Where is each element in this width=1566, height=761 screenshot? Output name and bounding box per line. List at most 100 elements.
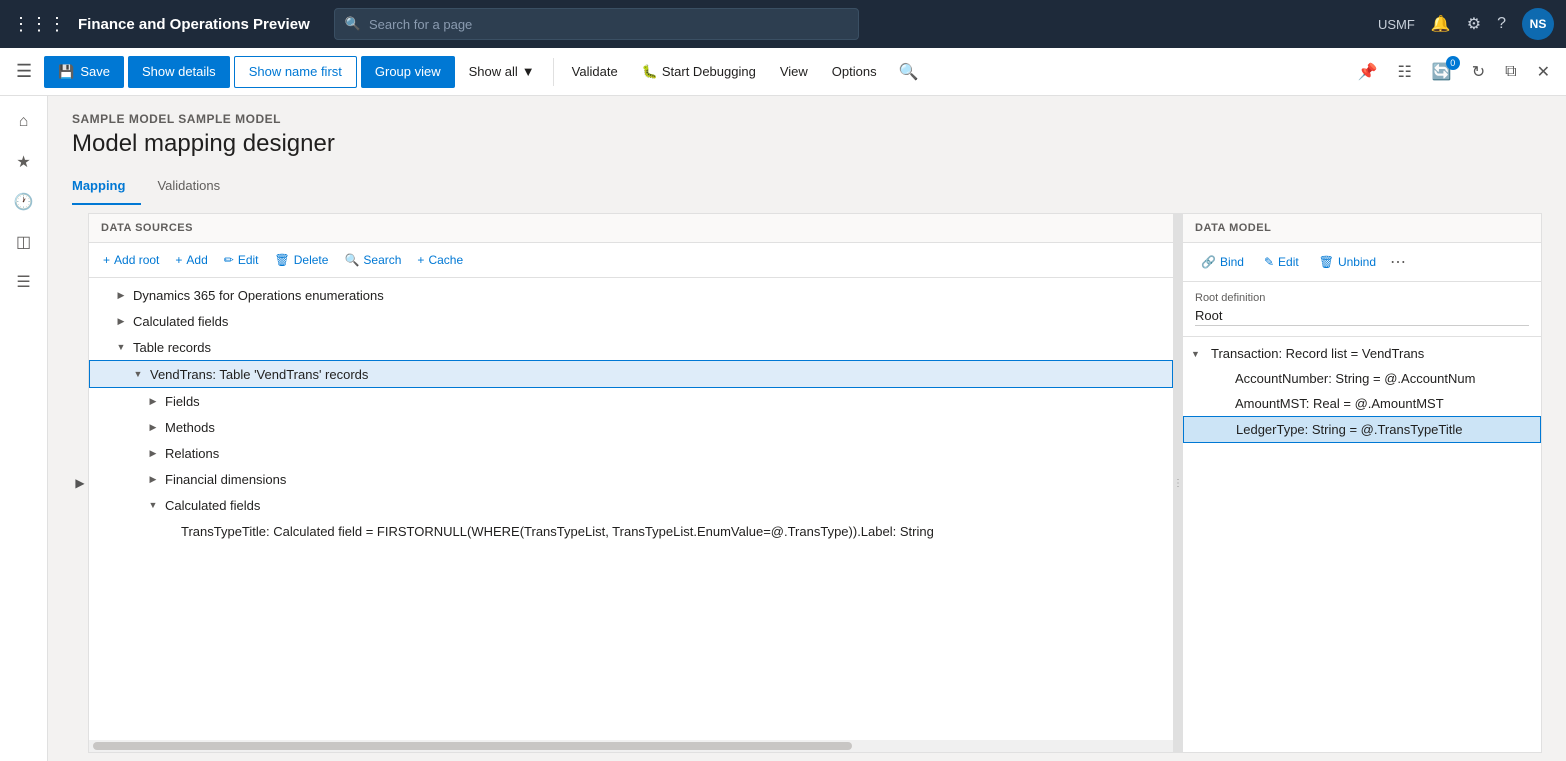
tree-item-transtypetitle[interactable]: TransTypeTitle: Calculated field = FIRST… bbox=[89, 518, 1173, 544]
settings-icon[interactable]: ⚙ bbox=[1467, 14, 1481, 34]
close-icon[interactable]: ✕ bbox=[1529, 56, 1558, 88]
expand-arrow-calcfields-top: ▶ bbox=[113, 313, 129, 329]
dm-item-accountnumber[interactable]: AccountNumber: String = @.AccountNum bbox=[1183, 366, 1541, 391]
unbind-icon: 🗑 bbox=[1319, 255, 1334, 269]
tree-item-relations[interactable]: ▶ Relations bbox=[89, 440, 1173, 466]
search-placeholder: Search for a page bbox=[369, 17, 472, 32]
toolbar-separator bbox=[553, 58, 554, 86]
datasources-toolbar: + Add root + Add ✏ Edit bbox=[89, 243, 1173, 278]
dm-item-amountmst[interactable]: AmountMST: Real = @.AmountMST bbox=[1183, 391, 1541, 416]
edit-icon: ✏ bbox=[224, 253, 234, 267]
tree-item-dynamics365[interactable]: ▶ Dynamics 365 for Operations enumeratio… bbox=[89, 282, 1173, 308]
tree-item-calculated-fields-top[interactable]: ▶ Calculated fields bbox=[89, 308, 1173, 334]
cache-icon: + bbox=[417, 253, 424, 267]
show-details-button[interactable]: Show details bbox=[128, 56, 230, 88]
tree-item-fields[interactable]: ▶ Fields bbox=[89, 388, 1173, 414]
designer-container: ▶ DATA SOURCES + Add root + Add bbox=[48, 205, 1566, 761]
bind-button[interactable]: 🔗 Bind bbox=[1195, 251, 1250, 273]
page-header: SAMPLE MODEL SAMPLE MODEL Model mapping … bbox=[48, 96, 1566, 158]
avatar[interactable]: NS bbox=[1522, 8, 1554, 40]
root-definition-label: Root definition bbox=[1195, 292, 1529, 304]
validate-button[interactable]: Validate bbox=[562, 56, 628, 88]
panel-icon[interactable]: ☷ bbox=[1389, 56, 1419, 88]
sidebar-workspaces-icon[interactable]: ◫ bbox=[6, 224, 42, 260]
expand-arrow-tablerecords: ▼ bbox=[113, 339, 129, 355]
datamodel-panel: DATA MODEL 🔗 Bind ✎ Edit 🗑 Unbind bbox=[1182, 213, 1542, 753]
save-label: Save bbox=[80, 64, 110, 79]
edit-button[interactable]: ✏ Edit bbox=[218, 249, 265, 271]
datasources-panel-header: DATA SOURCES bbox=[89, 214, 1173, 243]
delete-button[interactable]: 🗑 Delete bbox=[269, 249, 335, 271]
save-icon: 💾 bbox=[58, 64, 74, 80]
hamburger-icon[interactable]: ☰ bbox=[8, 55, 40, 88]
more-options-icon[interactable]: ⋯ bbox=[1390, 252, 1406, 272]
delete-icon: 🗑 bbox=[275, 253, 290, 267]
expand-arrow-relations: ▶ bbox=[145, 445, 161, 461]
chevron-down-icon: ▼ bbox=[522, 64, 535, 79]
collapse-arrow[interactable]: ▶ bbox=[72, 213, 88, 753]
pin-icon[interactable]: 📌 bbox=[1350, 56, 1386, 88]
show-name-first-button[interactable]: Show name first bbox=[234, 56, 357, 88]
view-button[interactable]: View bbox=[770, 56, 818, 88]
root-definition-section: Root definition Root bbox=[1183, 282, 1541, 337]
add-icon: + bbox=[175, 253, 182, 267]
dm-edit-button[interactable]: ✎ Edit bbox=[1258, 251, 1305, 273]
horizontal-scrollbar[interactable] bbox=[89, 740, 1173, 752]
scrollbar-thumb bbox=[93, 742, 852, 750]
search-button[interactable]: 🔍 Search bbox=[338, 249, 407, 271]
add-button[interactable]: + Add bbox=[169, 249, 213, 271]
tree-item-methods[interactable]: ▶ Methods bbox=[89, 414, 1173, 440]
tab-mapping[interactable]: Mapping bbox=[72, 170, 141, 205]
company-label: USMF bbox=[1378, 17, 1415, 32]
popout-icon[interactable]: ⧉ bbox=[1497, 57, 1524, 87]
refresh-icon[interactable]: ↻ bbox=[1464, 56, 1493, 88]
datasources-tree: ▶ Dynamics 365 for Operations enumeratio… bbox=[89, 278, 1173, 740]
search-toolbar-icon[interactable]: 🔍 bbox=[891, 56, 927, 88]
save-button[interactable]: 💾 Save bbox=[44, 56, 124, 88]
tree-item-financial-dimensions[interactable]: ▶ Financial dimensions bbox=[89, 466, 1173, 492]
dm-item-ledgertype[interactable]: LedgerType: String = @.TransTypeTitle bbox=[1183, 416, 1541, 443]
add-root-button[interactable]: + Add root bbox=[97, 249, 165, 271]
main-layout: ⌂ ★ 🕐 ◫ ☰ SAMPLE MODEL SAMPLE MODEL Mode… bbox=[0, 96, 1566, 761]
dm-edit-icon: ✎ bbox=[1264, 255, 1274, 269]
notification-icon[interactable]: 🔔 bbox=[1431, 14, 1451, 34]
global-search[interactable]: 🔍 Search for a page bbox=[334, 8, 859, 40]
badge-count: 0 bbox=[1446, 56, 1460, 70]
expand-arrow-findim: ▶ bbox=[145, 471, 161, 487]
show-all-button[interactable]: Show all ▼ bbox=[459, 56, 545, 88]
dm-arrow-transaction: ▼ bbox=[1191, 349, 1207, 359]
badge-button[interactable]: 🔄 0 bbox=[1424, 56, 1460, 88]
options-button[interactable]: Options bbox=[822, 56, 887, 88]
expand-arrow-methods: ▶ bbox=[145, 419, 161, 435]
dm-item-transaction[interactable]: ▼ Transaction: Record list = VendTrans bbox=[1183, 341, 1541, 366]
datamodel-panel-header: DATA MODEL bbox=[1183, 214, 1541, 243]
grid-icon[interactable]: ⋮⋮⋮ bbox=[12, 14, 66, 35]
start-debugging-button[interactable]: 🐛 Start Debugging bbox=[632, 56, 766, 88]
designer-area: ▶ DATA SOURCES + Add root + Add bbox=[72, 213, 1542, 753]
expand-arrow-calcfields-sub: ▼ bbox=[145, 497, 161, 513]
sidebar-recent-icon[interactable]: 🕐 bbox=[6, 184, 42, 220]
sidebar-modules-icon[interactable]: ☰ bbox=[6, 264, 42, 300]
tree-item-calculated-fields-sub[interactable]: ▼ Calculated fields bbox=[89, 492, 1173, 518]
panel-divider[interactable]: ⋮ bbox=[1174, 213, 1182, 753]
datamodel-tree: ▼ Transaction: Record list = VendTrans A… bbox=[1183, 337, 1541, 752]
root-definition-value: Root bbox=[1195, 306, 1529, 326]
expand-arrow-dynamics365: ▶ bbox=[113, 287, 129, 303]
sidebar-icons: ⌂ ★ 🕐 ◫ ☰ bbox=[0, 96, 48, 761]
help-icon[interactable]: ? bbox=[1497, 15, 1506, 33]
search-icon: 🔍 bbox=[345, 16, 361, 32]
page-tabs: Mapping Validations bbox=[48, 158, 1566, 205]
main-toolbar: ☰ 💾 Save Show details Show name first Gr… bbox=[0, 48, 1566, 96]
tree-item-vendtrans[interactable]: ▼ VendTrans: Table 'VendTrans' records bbox=[89, 360, 1173, 388]
cache-button[interactable]: + Cache bbox=[411, 249, 469, 271]
sidebar-home-icon[interactable]: ⌂ bbox=[6, 104, 42, 140]
unbind-button[interactable]: 🗑 Unbind bbox=[1313, 251, 1382, 273]
tree-item-table-records[interactable]: ▼ Table records bbox=[89, 334, 1173, 360]
datamodel-toolbar: 🔗 Bind ✎ Edit 🗑 Unbind ⋯ bbox=[1183, 243, 1541, 282]
expand-arrow-transtypetitle bbox=[161, 523, 177, 539]
tab-validations[interactable]: Validations bbox=[157, 170, 236, 205]
group-view-button[interactable]: Group view bbox=[361, 56, 455, 88]
nav-icons: USMF 🔔 ⚙ ? NS bbox=[1378, 8, 1554, 40]
expand-arrow-fields: ▶ bbox=[145, 393, 161, 409]
sidebar-favorites-icon[interactable]: ★ bbox=[6, 144, 42, 180]
